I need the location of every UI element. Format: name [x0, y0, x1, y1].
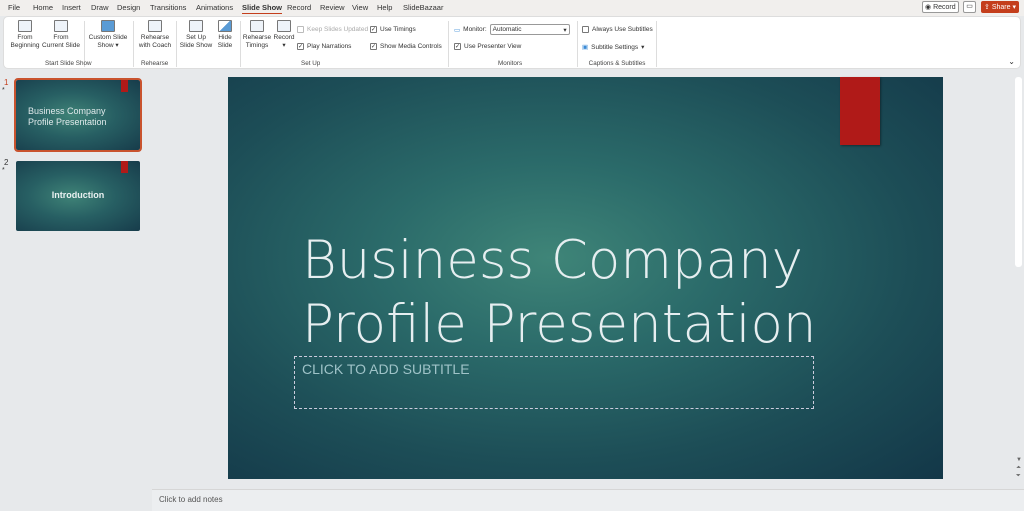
label: Custom Slide Show: [88, 34, 128, 49]
collapse-ribbon-icon[interactable]: ⌄: [1008, 57, 1015, 66]
tab-draw[interactable]: Draw: [91, 3, 109, 12]
tab-design[interactable]: Design: [117, 3, 140, 12]
label: Record: [273, 34, 295, 41]
group-label: Set Up: [301, 60, 321, 67]
monitor-icon: ▭: [454, 26, 461, 34]
label: Show Media Controls: [380, 43, 442, 50]
slide-canvas[interactable]: Business Company Profile Presentation CLI…: [228, 77, 943, 479]
set-up-slide-show-button[interactable]: Set Up Slide Show: [178, 20, 214, 50]
group-label: Rehearse: [141, 60, 169, 67]
monitor-row: ▭ Monitor: Automatic ▾: [454, 24, 570, 35]
keep-slides-updated-checkbox[interactable]: Keep Slides Updated: [297, 26, 368, 33]
notes-pane[interactable]: Click to add notes: [152, 489, 1024, 511]
show-media-controls-checkbox[interactable]: ✓ Show Media Controls: [370, 43, 442, 50]
label: From Beginning: [10, 34, 40, 49]
next-slide-icon[interactable]: ⏷: [1016, 473, 1021, 480]
tab-home[interactable]: Home: [33, 3, 53, 12]
comment-icon: ▭: [966, 3, 973, 10]
subtitle-settings-icon: ▣: [582, 44, 589, 51]
custom-show-icon: [101, 20, 115, 32]
thumbnail-title: Introduction: [51, 190, 105, 200]
label: Hide Slide: [217, 34, 233, 49]
timer-icon: [250, 20, 264, 32]
share-label: Share: [991, 4, 1011, 11]
subtitle-settings-button[interactable]: ▣ Subtitle Settings ▾: [582, 43, 644, 52]
label: Use Presenter View: [464, 43, 522, 50]
use-timings-checkbox[interactable]: ✓ Use Timings: [370, 26, 416, 33]
subtitle-placeholder[interactable]: CLICK TO ADD SUBTITLE: [294, 356, 814, 409]
tab-view[interactable]: View: [352, 3, 368, 12]
tab-animations[interactable]: Animations: [196, 3, 233, 12]
monitor-value: Automatic: [492, 26, 522, 33]
share-button[interactable]: ⇪ Share ▾: [981, 1, 1019, 13]
chevron-down-icon: ▾: [563, 27, 567, 34]
group-label: Monitors: [498, 60, 523, 67]
label: Play Narrations: [307, 43, 352, 50]
coach-icon: [148, 20, 162, 32]
slide-thumbnail-1[interactable]: Business Company Profile Presentation: [14, 78, 142, 152]
group-label: Captions & Subtitles: [588, 60, 646, 67]
share-icon: ⇪: [984, 4, 990, 11]
play-narrations-checkbox[interactable]: ✓ Play Narrations: [297, 43, 351, 50]
custom-slide-show-button[interactable]: Custom Slide Show ▾: [86, 20, 130, 50]
tab-slide-show[interactable]: Slide Show: [242, 3, 283, 14]
slide-title[interactable]: Business Company Profile Presentation: [302, 229, 817, 357]
record-label: Record: [933, 4, 956, 11]
tab-review[interactable]: Review: [320, 3, 345, 12]
comments-button[interactable]: ▭: [963, 1, 976, 13]
ribbon-tabs: File Home Insert Draw Design Transitions…: [0, 0, 1024, 16]
from-current-slide-button[interactable]: From Current Slide: [42, 20, 80, 50]
tab-slidebazaar[interactable]: SlideBazaar: [403, 3, 443, 12]
record-slide-icon: [277, 20, 291, 32]
play-icon: [18, 20, 32, 32]
monitor-select[interactable]: Automatic ▾: [489, 24, 570, 35]
tab-file[interactable]: File: [8, 3, 20, 12]
always-use-subtitles-checkbox[interactable]: Always Use Subtitles: [582, 26, 653, 33]
use-presenter-view-checkbox[interactable]: ✓ Use Presenter View: [454, 43, 521, 50]
tab-help[interactable]: Help: [377, 3, 392, 12]
hide-slide-icon: [218, 20, 232, 32]
record-slide-button[interactable]: Record ▾: [272, 20, 296, 50]
thumbnail-title: Business Company Profile Presentation: [28, 106, 107, 127]
tab-record[interactable]: Record: [287, 3, 311, 12]
hide-slide-button[interactable]: Hide Slide: [214, 20, 236, 50]
label: Subtitle Settings: [591, 43, 639, 51]
vertical-scrollbar[interactable]: ▼ ⏶ ⏷: [1015, 77, 1023, 487]
scroll-down-icon[interactable]: ▼: [1016, 457, 1022, 463]
slide-number: 1: [4, 78, 9, 87]
from-beginning-button[interactable]: From Beginning: [8, 20, 42, 50]
rehearse-timings-button[interactable]: Rehearse Timings: [242, 20, 272, 50]
tab-transitions[interactable]: Transitions: [150, 3, 186, 12]
previous-slide-icon[interactable]: ⏶: [1016, 465, 1021, 472]
slide-thumbnail-2[interactable]: Introduction: [16, 161, 140, 231]
label: Use Timings: [380, 26, 416, 33]
label: Rehearse Timings: [242, 34, 272, 49]
transition-star-icon: *: [2, 167, 5, 174]
tab-insert[interactable]: Insert: [62, 3, 81, 12]
ribbon: From Beginning From Current Slide Custom…: [3, 16, 1021, 69]
label: Rehearse with Coach: [138, 34, 172, 49]
transition-star-icon: *: [2, 87, 5, 94]
label: From Current Slide: [42, 34, 80, 49]
slide-number: 2: [4, 158, 9, 167]
label: Set Up Slide Show: [179, 34, 213, 49]
record-button[interactable]: ◉ Record: [922, 1, 959, 13]
label: Keep Slides Updated: [307, 26, 369, 33]
presentation-icon: [54, 20, 68, 32]
monitor-label: Monitor:: [463, 26, 487, 33]
rehearse-with-coach-button[interactable]: Rehearse with Coach: [136, 20, 174, 50]
red-accent-shape: [840, 77, 880, 145]
notes-placeholder: Click to add notes: [159, 495, 223, 504]
setup-icon: [189, 20, 203, 32]
record-icon: ◉: [925, 4, 932, 11]
label: Always Use Subtitles: [592, 26, 653, 33]
group-label: Start Slide Show: [45, 60, 92, 67]
